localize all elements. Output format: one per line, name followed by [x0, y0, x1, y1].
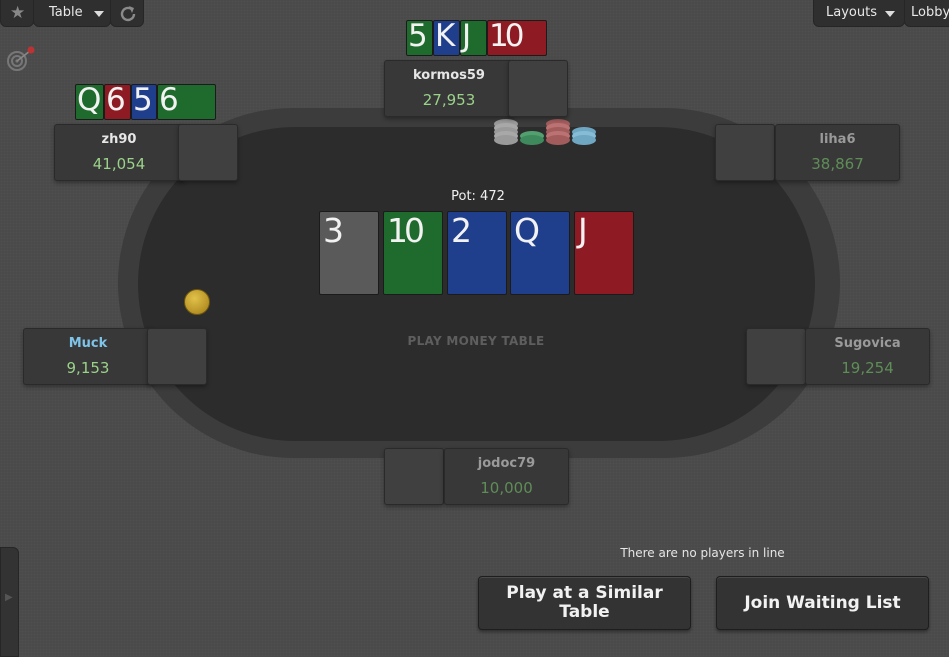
hole-card: 6 — [104, 82, 131, 120]
board-card: Q — [510, 211, 570, 295]
card-rank: 10 — [489, 18, 525, 54]
seat-sugovica[interactable]: Sugovica 19,254 — [805, 328, 930, 385]
table-menu-button[interactable]: Table — [33, 0, 111, 27]
player-name: zh90 — [101, 132, 137, 147]
player-name: Muck — [68, 336, 108, 351]
favorite-button[interactable]: ★ — [0, 0, 34, 27]
avatar — [178, 124, 238, 181]
avatar — [147, 328, 207, 385]
seat-liha6[interactable]: liha6 38,867 — [775, 124, 900, 181]
player-stack: 38,867 — [811, 155, 864, 173]
hole-card: 10 — [487, 18, 547, 56]
hole-card: 5 — [406, 18, 433, 56]
card-rank: K — [435, 18, 456, 54]
avatar — [384, 448, 444, 505]
avatar — [746, 328, 806, 385]
hole-card: 5 — [131, 82, 157, 120]
hole-card: J — [460, 18, 487, 56]
caret-down-icon — [885, 11, 895, 17]
join-waiting-list-label: Join Waiting List — [744, 592, 901, 613]
player-stack: 41,054 — [92, 155, 146, 173]
board-card: J — [574, 211, 634, 295]
player-name: kormos59 — [413, 68, 485, 83]
hole-card: 6 — [157, 82, 216, 120]
seat-muck[interactable]: Muck 9,153 — [23, 328, 153, 385]
target-icon[interactable] — [4, 46, 36, 74]
player-stack: 19,254 — [841, 359, 894, 377]
play-money-label: PLAY MONEY TABLE — [407, 334, 545, 348]
card-rank: Q — [514, 211, 540, 250]
board-card: 3 — [319, 211, 379, 295]
card-rank: 10 — [387, 211, 425, 250]
pot-label: Pot: 472 — [451, 189, 505, 204]
side-panel-toggle[interactable]: ▶ — [0, 547, 19, 657]
card-rank: 6 — [159, 82, 179, 118]
player-stack: 9,153 — [66, 359, 110, 377]
avatar — [508, 60, 568, 117]
avatar — [715, 124, 775, 181]
card-rank: 5 — [408, 18, 428, 54]
seat-jodoc79[interactable]: jodoc79 10,000 — [444, 448, 569, 505]
player-name: jodoc79 — [477, 456, 536, 471]
seat-zh90[interactable]: zh90 41,054 — [54, 124, 184, 181]
play-similar-table-label: Play at a Similar Table — [506, 583, 663, 622]
player-stack: 10,000 — [480, 479, 533, 497]
lobby-button[interactable]: Lobby — [904, 0, 949, 27]
hole-card: K — [433, 18, 460, 56]
caret-down-icon — [94, 11, 104, 17]
card-rank: Q — [77, 82, 102, 118]
waiting-list-status: There are no players in line — [620, 546, 785, 560]
board-card: 10 — [383, 211, 443, 295]
join-waiting-list-button[interactable]: Join Waiting List — [716, 576, 929, 630]
player-name: liha6 — [819, 132, 856, 147]
play-similar-table-button[interactable]: Play at a Similar Table — [478, 576, 691, 630]
chevron-right-icon: ▶ — [5, 592, 13, 603]
refresh-icon — [120, 6, 136, 22]
board-card: 2 — [447, 211, 507, 295]
card-rank: J — [578, 211, 588, 250]
layouts-menu-button[interactable]: Layouts — [813, 0, 905, 27]
lobby-label: Lobby — [911, 5, 949, 20]
card-rank: 2 — [451, 211, 472, 250]
table-menu-label: Table — [49, 5, 83, 20]
player-stack: 27,953 — [422, 91, 476, 109]
seat-kormos59[interactable]: kormos59 27,953 — [384, 60, 514, 117]
hole-card: Q — [75, 82, 104, 120]
card-rank: 3 — [323, 211, 344, 250]
chip-stack-icon — [494, 113, 598, 147]
refresh-button[interactable] — [110, 0, 144, 27]
layouts-menu-label: Layouts — [826, 5, 877, 20]
card-rank: 6 — [106, 82, 126, 118]
card-rank: 5 — [133, 82, 153, 118]
player-name: Sugovica — [834, 336, 901, 351]
dealer-button-icon — [184, 289, 210, 315]
card-rank: J — [462, 18, 472, 54]
star-icon: ★ — [10, 3, 26, 23]
